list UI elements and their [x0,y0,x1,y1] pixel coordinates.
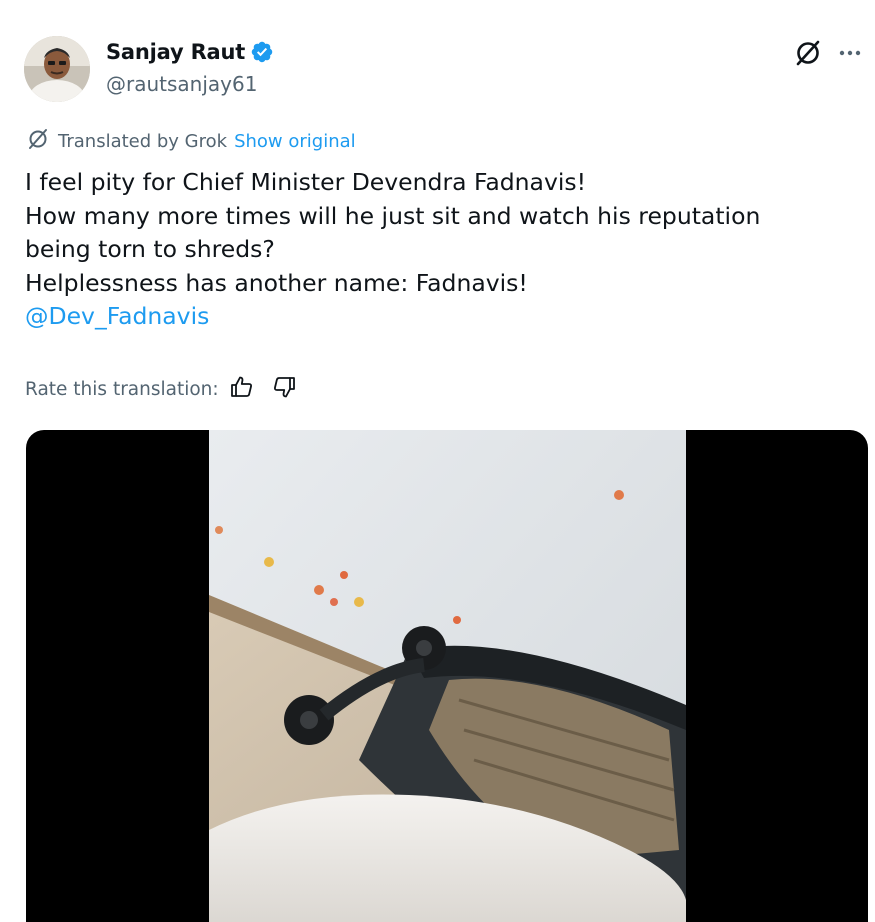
avatar[interactable] [24,36,90,102]
mention-link[interactable]: @Dev_Fadnavis [25,302,209,330]
author-display-name[interactable]: Sanjay Raut [106,40,245,64]
author-name-row[interactable]: Sanjay Raut [106,37,274,67]
thumbs-up-icon[interactable] [229,374,255,405]
tweet-text-line: being torn to shreds? [25,235,275,263]
tweet-text: I feel pity for Chief Minister Devendra … [25,166,855,334]
video-player[interactable] [26,430,868,922]
show-original-link[interactable]: Show original [234,131,356,152]
verified-badge-icon[interactable] [250,40,274,64]
grok-icon [26,127,50,156]
grok-icon[interactable] [793,38,823,72]
tweet-text-line: I feel pity for Chief Minister Devendra … [25,168,587,196]
video-frame [209,430,686,922]
author-handle[interactable]: @rautsanjay61 [106,72,257,96]
tweet-actions-top [793,38,863,72]
translation-notice: Translated by Grok Show original [26,127,356,156]
translated-by-label: Translated by Grok [58,131,228,152]
tweet-card: Sanjay Raut @rautsanjay61 Translated by … [0,0,875,922]
tweet-text-line: Helplessness has another name: Fadnavis! [25,268,528,297]
tweet-text-line: How many more times will he just sit and… [25,201,761,230]
more-icon[interactable] [837,40,863,70]
rate-translation: Rate this translation: [25,374,297,405]
rate-translation-label: Rate this translation: [25,379,219,400]
thumbs-down-icon[interactable] [271,374,297,405]
